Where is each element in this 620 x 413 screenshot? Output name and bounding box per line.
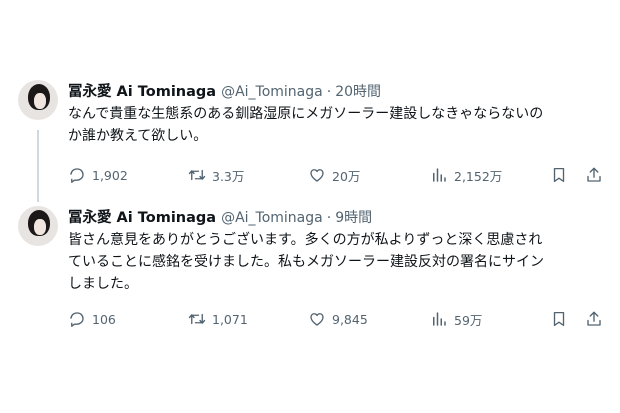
tweet-text-line: なんで貴重な生態系のある釧路湿原にメガソーラー建設しなきゃならないの (68, 106, 544, 122)
views-button[interactable]: 2,152万 (430, 166, 502, 185)
views-count: 59万 (454, 312, 483, 328)
bookmark-button[interactable] (550, 166, 568, 184)
reply-icon (70, 168, 84, 183)
bookmark-button[interactable] (550, 310, 568, 328)
separator-dot: · (326, 210, 332, 226)
retweet-icon (188, 169, 206, 181)
reply-icon (70, 312, 84, 327)
heart-icon (310, 313, 324, 326)
display-name[interactable]: 冨永愛 Ai Tominaga (68, 80, 216, 101)
views-chart-icon (433, 168, 446, 182)
views-count: 2,152万 (454, 168, 503, 184)
action-bar: 1,902 3.3万 20万 2,152万 (68, 164, 608, 186)
share-button[interactable] (585, 310, 603, 328)
tweet-text-line: か誰か教えて欲しい。 (68, 128, 208, 144)
tweet-text-line: ていることに感銘を受けました。私もメガソーラー建設反対の署名にサイン (68, 254, 544, 270)
user-handle[interactable]: @Ai_Tominaga (221, 84, 323, 100)
views-button[interactable]: 59万 (430, 310, 482, 329)
tweet-header: 冨永愛 Ai Tominaga @Ai_Tominaga · 20時間 (68, 80, 608, 102)
tweet-header: 冨永愛 Ai Tominaga @Ai_Tominaga · 9時間 (68, 206, 608, 228)
retweet-button[interactable]: 1,071 (188, 310, 248, 328)
timestamp[interactable]: 9時間 (335, 207, 372, 227)
like-count: 9,845 (332, 311, 368, 327)
retweet-button[interactable]: 3.3万 (188, 166, 244, 185)
tweet-text: なんで貴重な生態系のある釧路湿原にメガソーラー建設しなきゃならないの か誰か教え… (68, 103, 598, 147)
share-icon (587, 311, 601, 326)
thread-connector-line (37, 130, 39, 202)
tweet-text-line: しました。 (68, 276, 138, 292)
tweet-content: 冨永愛 Ai Tominaga @Ai_Tominaga · 20時間 なんで貴… (68, 80, 608, 184)
retweet-icon (188, 313, 206, 325)
tweet-content: 冨永愛 Ai Tominaga @Ai_Tominaga · 9時間 皆さん意見… (68, 206, 608, 328)
reply-count: 1,902 (92, 167, 128, 183)
separator-dot: · (326, 84, 332, 100)
tweet-text-line: 皆さん意見をありがとうございます。多くの方が私よりずっと深く思慮され (68, 232, 543, 248)
reply-button[interactable]: 106 (68, 310, 116, 328)
bookmark-icon (553, 167, 565, 183)
views-chart-icon (433, 312, 446, 326)
avatar[interactable] (18, 206, 58, 246)
like-button[interactable]: 9,845 (308, 310, 368, 328)
share-icon (587, 167, 601, 182)
like-button[interactable]: 20万 (308, 166, 360, 185)
retweet-count: 3.3万 (212, 168, 245, 184)
tweet-text: 皆さん意見をありがとうございます。多くの方が私よりずっと深く思慮され ていること… (68, 229, 598, 295)
like-count: 20万 (332, 168, 361, 184)
bookmark-icon (553, 311, 565, 327)
action-bar: 106 1,071 9,845 59万 (68, 308, 608, 330)
heart-icon (310, 169, 324, 182)
retweet-count: 1,071 (212, 311, 248, 327)
reply-button[interactable]: 1,902 (68, 166, 128, 184)
share-button[interactable] (585, 166, 603, 184)
user-handle[interactable]: @Ai_Tominaga (221, 210, 323, 226)
display-name[interactable]: 冨永愛 Ai Tominaga (68, 206, 216, 227)
avatar[interactable] (18, 80, 58, 120)
timestamp[interactable]: 20時間 (335, 81, 381, 101)
reply-count: 106 (92, 311, 116, 327)
